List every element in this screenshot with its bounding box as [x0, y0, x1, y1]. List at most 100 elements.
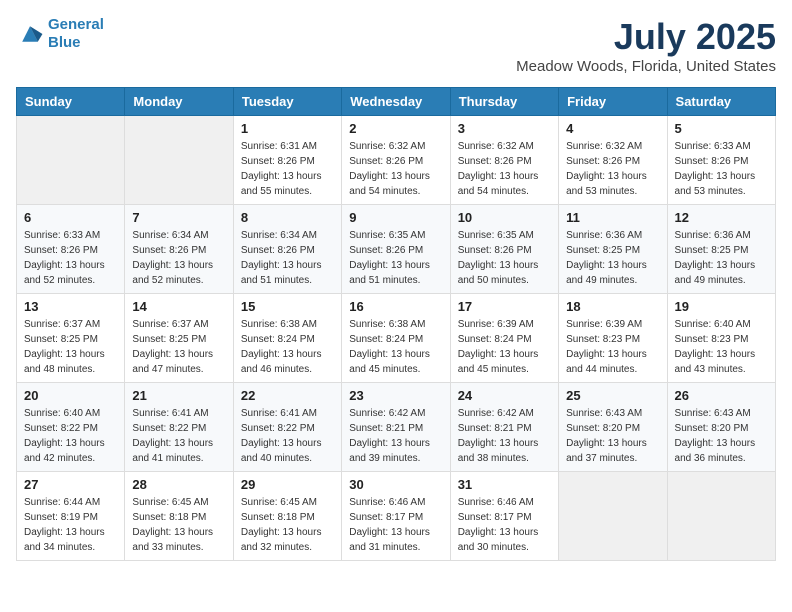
calendar-cell: 24 Sunrise: 6:42 AMSunset: 8:21 PMDayligh… — [450, 383, 558, 472]
calendar-cell: 8 Sunrise: 6:34 AMSunset: 8:26 PMDaylight… — [233, 205, 341, 294]
day-info: Sunrise: 6:34 AMSunset: 8:26 PMDaylight:… — [241, 228, 334, 288]
calendar-cell: 25Sunrise: 6:43 AMSunset: 8:20 PMDayligh… — [559, 383, 667, 472]
day-info: Sunrise: 6:45 AMSunset: 8:18 PMDaylight:… — [241, 495, 334, 555]
day-info: Sunrise: 6:32 AMSunset: 8:26 PMDaylight:… — [458, 139, 551, 199]
day-number: 18 — [566, 299, 659, 314]
day-number: 4 — [566, 121, 659, 136]
calendar-cell: 5Sunrise: 6:33 AMSunset: 8:26 PMDaylight… — [667, 116, 775, 205]
day-info: Sunrise: 6:35 AMSunset: 8:26 PMDaylight:… — [458, 228, 551, 288]
calendar-week-row: 27 Sunrise: 6:44 AMSunset: 8:19 PMDayligh… — [17, 472, 776, 561]
day-info: Sunrise: 6:36 AMSunset: 8:25 PMDaylight:… — [566, 228, 659, 288]
weekday-header: Monday — [125, 88, 233, 116]
day-number: 7 — [132, 210, 225, 225]
logo-line2: Blue — [48, 34, 81, 51]
calendar-cell — [125, 116, 233, 205]
day-number: 21 — [132, 388, 225, 403]
day-number: 26 — [675, 388, 768, 403]
calendar-week-row: 13 Sunrise: 6:37 AMSunset: 8:25 PMDayligh… — [17, 294, 776, 383]
day-number: 9 — [349, 210, 442, 225]
day-info: Sunrise: 6:37 AMSunset: 8:25 PMDaylight:… — [24, 317, 117, 377]
weekday-header: Sunday — [17, 88, 125, 116]
calendar-cell: 29Sunrise: 6:45 AMSunset: 8:18 PMDayligh… — [233, 472, 341, 561]
calendar-cell: 3 Sunrise: 6:32 AMSunset: 8:26 PMDaylight… — [450, 116, 558, 205]
calendar-cell: 2 Sunrise: 6:32 AMSunset: 8:26 PMDaylight… — [342, 116, 450, 205]
day-number: 22 — [241, 388, 334, 403]
weekday-header: Thursday — [450, 88, 558, 116]
day-info: Sunrise: 6:42 AMSunset: 8:21 PMDaylight:… — [458, 406, 551, 466]
calendar-cell: 23Sunrise: 6:42 AMSunset: 8:21 PMDayligh… — [342, 383, 450, 472]
calendar-cell: 22Sunrise: 6:41 AMSunset: 8:22 PMDayligh… — [233, 383, 341, 472]
logo-text: General Blue — [48, 16, 104, 52]
calendar-cell: 27 Sunrise: 6:44 AMSunset: 8:19 PMDayligh… — [17, 472, 125, 561]
title-block: July 2025 Meadow Woods, Florida, United … — [516, 16, 776, 75]
calendar-cell: 11 Sunrise: 6:36 AMSunset: 8:25 PMDayligh… — [559, 205, 667, 294]
day-number: 19 — [675, 299, 768, 314]
calendar-cell: 7 Sunrise: 6:34 AMSunset: 8:26 PMDaylight… — [125, 205, 233, 294]
day-info: Sunrise: 6:38 AMSunset: 8:24 PMDaylight:… — [241, 317, 334, 377]
logo-icon — [16, 20, 44, 48]
day-number: 8 — [241, 210, 334, 225]
day-info: Sunrise: 6:42 AMSunset: 8:21 PMDaylight:… — [349, 406, 442, 466]
day-number: 16 — [349, 299, 442, 314]
weekday-header: Wednesday — [342, 88, 450, 116]
day-number: 27 — [24, 477, 117, 492]
main-title: July 2025 — [516, 16, 776, 58]
day-info: Sunrise: 6:46 AMSunset: 8:17 PMDaylight:… — [349, 495, 442, 555]
day-info: Sunrise: 6:32 AMSunset: 8:26 PMDaylight:… — [566, 139, 659, 199]
weekday-header: Friday — [559, 88, 667, 116]
calendar-cell: 31 Sunrise: 6:46 AMSunset: 8:17 PMDayligh… — [450, 472, 558, 561]
day-info: Sunrise: 6:41 AMSunset: 8:22 PMDaylight:… — [132, 406, 225, 466]
day-number: 30 — [349, 477, 442, 492]
calendar-cell: 9 Sunrise: 6:35 AMSunset: 8:26 PMDaylight… — [342, 205, 450, 294]
calendar-cell — [667, 472, 775, 561]
day-number: 5 — [675, 121, 768, 136]
day-info: Sunrise: 6:36 AMSunset: 8:25 PMDaylight:… — [675, 228, 768, 288]
day-number: 13 — [24, 299, 117, 314]
day-info: Sunrise: 6:34 AMSunset: 8:26 PMDaylight:… — [132, 228, 225, 288]
subtitle: Meadow Woods, Florida, United States — [516, 58, 776, 75]
day-info: Sunrise: 6:39 AMSunset: 8:23 PMDaylight:… — [566, 317, 659, 377]
calendar-cell: 19Sunrise: 6:40 AMSunset: 8:23 PMDayligh… — [667, 294, 775, 383]
day-info: Sunrise: 6:31 AMSunset: 8:26 PMDaylight:… — [241, 139, 334, 199]
day-info: Sunrise: 6:44 AMSunset: 8:19 PMDaylight:… — [24, 495, 117, 555]
day-number: 25 — [566, 388, 659, 403]
calendar-cell: 30 Sunrise: 6:46 AMSunset: 8:17 PMDayligh… — [342, 472, 450, 561]
day-info: Sunrise: 6:45 AMSunset: 8:18 PMDaylight:… — [132, 495, 225, 555]
calendar-cell: 18 Sunrise: 6:39 AMSunset: 8:23 PMDayligh… — [559, 294, 667, 383]
day-number: 11 — [566, 210, 659, 225]
calendar-cell: 20 Sunrise: 6:40 AMSunset: 8:22 PMDayligh… — [17, 383, 125, 472]
calendar-cell: 17Sunrise: 6:39 AMSunset: 8:24 PMDayligh… — [450, 294, 558, 383]
calendar-week-row: 20 Sunrise: 6:40 AMSunset: 8:22 PMDayligh… — [17, 383, 776, 472]
calendar-cell: 4 Sunrise: 6:32 AMSunset: 8:26 PMDaylight… — [559, 116, 667, 205]
day-number: 2 — [349, 121, 442, 136]
day-number: 1 — [241, 121, 334, 136]
day-number: 10 — [458, 210, 551, 225]
page-header: General Blue July 2025 Meadow Woods, Flo… — [16, 16, 776, 75]
day-number: 17 — [458, 299, 551, 314]
day-number: 6 — [24, 210, 117, 225]
calendar-header: SundayMondayTuesdayWednesdayThursdayFrid… — [17, 88, 776, 116]
calendar-cell: 21 Sunrise: 6:41 AMSunset: 8:22 PMDayligh… — [125, 383, 233, 472]
day-number: 28 — [132, 477, 225, 492]
calendar-cell — [559, 472, 667, 561]
day-info: Sunrise: 6:43 AMSunset: 8:20 PMDaylight:… — [675, 406, 768, 466]
day-info: Sunrise: 6:32 AMSunset: 8:26 PMDaylight:… — [349, 139, 442, 199]
calendar-cell: 14Sunrise: 6:37 AMSunset: 8:25 PMDayligh… — [125, 294, 233, 383]
calendar-table: SundayMondayTuesdayWednesdayThursdayFrid… — [16, 87, 776, 561]
calendar-cell: 26 Sunrise: 6:43 AMSunset: 8:20 PMDayligh… — [667, 383, 775, 472]
calendar-cell: 1 Sunrise: 6:31 AMSunset: 8:26 PMDaylight… — [233, 116, 341, 205]
calendar-week-row: 1 Sunrise: 6:31 AMSunset: 8:26 PMDaylight… — [17, 116, 776, 205]
day-number: 31 — [458, 477, 551, 492]
day-info: Sunrise: 6:35 AMSunset: 8:26 PMDaylight:… — [349, 228, 442, 288]
day-number: 14 — [132, 299, 225, 314]
calendar-cell: 13 Sunrise: 6:37 AMSunset: 8:25 PMDayligh… — [17, 294, 125, 383]
weekday-row: SundayMondayTuesdayWednesdayThursdayFrid… — [17, 88, 776, 116]
day-number: 20 — [24, 388, 117, 403]
day-number: 3 — [458, 121, 551, 136]
calendar-cell — [17, 116, 125, 205]
calendar-week-row: 6Sunrise: 6:33 AMSunset: 8:26 PMDaylight… — [17, 205, 776, 294]
day-number: 24 — [458, 388, 551, 403]
day-info: Sunrise: 6:40 AMSunset: 8:22 PMDaylight:… — [24, 406, 117, 466]
weekday-header: Saturday — [667, 88, 775, 116]
day-info: Sunrise: 6:46 AMSunset: 8:17 PMDaylight:… — [458, 495, 551, 555]
